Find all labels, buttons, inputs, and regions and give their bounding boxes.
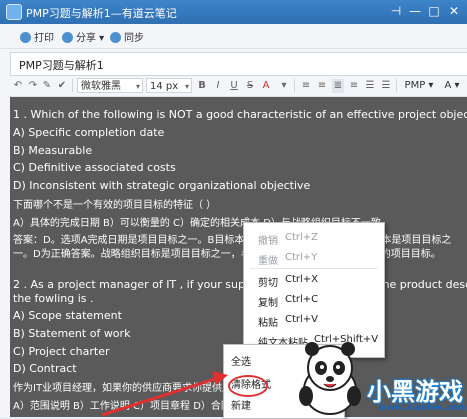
app-window: PMP习题与解析1—有道云笔记 ⊣ — □ ✕ 打印 分享 ▾ 同步 PMP习题… [0, 0, 467, 419]
print-button[interactable]: 打印 [20, 29, 54, 44]
menu-item-copy[interactable]: 复制 [258, 294, 278, 309]
align-right-icon[interactable]: ≡ [348, 79, 360, 93]
divider [72, 79, 73, 92]
numbered-list-icon[interactable]: ☰ [380, 79, 392, 93]
content-line: A) Specific completion date [13, 126, 165, 139]
menu-shortcut-paste: Ctrl+V [285, 314, 319, 325]
style-select[interactable]: PMP ▾ [402, 79, 436, 93]
pin-button[interactable]: ⊣ [388, 3, 404, 19]
style-value: PMP [404, 80, 426, 91]
share-icon [62, 32, 73, 43]
format-painter-icon[interactable]: ✎ [41, 79, 53, 93]
watermark-url: www.xiaohei.com [378, 403, 467, 413]
panda-mascot [299, 342, 361, 415]
menu-divider [250, 268, 378, 269]
content-line: A) Scope statement [13, 309, 122, 322]
menu-shortcut-redo: Ctrl+Y [285, 252, 318, 263]
title-bar[interactable]: PMP习题与解析1—有道云笔记 ⊣ — □ ✕ [0, 0, 467, 24]
content-line: B) Statement of work [13, 327, 131, 340]
watermark-text: 小黑游戏 [367, 378, 463, 406]
note-toolbar: 打印 分享 ▾ 同步 [0, 24, 467, 49]
share-label: 分享 [76, 33, 96, 44]
format-toolbar: ↶ ↷ ✎ ✔ 微软雅黑 ▾ 14 px ▾ B I U S A ▾ ≡ ≡ ≣ ≡… [10, 76, 467, 97]
divider [294, 79, 295, 92]
bullet-list-icon[interactable]: ☰ [364, 79, 376, 93]
sync-label: 同步 [124, 33, 144, 44]
menu-shortcut-undo: Ctrl+Z [285, 232, 319, 243]
sync-icon [110, 32, 121, 43]
menu-item-select-all[interactable]: 全选 [231, 353, 251, 368]
sync-button[interactable]: 同步 [110, 29, 144, 44]
pointer-arrow [101, 371, 228, 417]
share-button[interactable]: 分享 ▾ [62, 29, 104, 44]
menu-item-undo[interactable]: 撤销 [258, 232, 278, 247]
menu-item-redo[interactable]: 重做 [258, 252, 278, 267]
content-line: D) Contract [13, 362, 77, 375]
minimize-button[interactable]: — [407, 3, 423, 19]
watermark: 小黑游戏 www.xiaohei.com [290, 338, 467, 417]
content-line: B) Measurable [13, 144, 93, 157]
align-center-icon[interactable]: ≡ [316, 79, 328, 93]
menu-shortcut-cut: Ctrl+X [285, 274, 319, 285]
undo-icon[interactable]: ↶ [12, 79, 24, 93]
content-line: 答案：D。选项A完成日期是项目目标之一。B目标本身可以衡量的。C确定的相关成本是… [13, 235, 452, 246]
content-line: the fowling is . [13, 292, 94, 305]
content-line: 2 . As a project manager of IT , if your… [13, 278, 467, 291]
menu-item-paste[interactable]: 粘贴 [258, 314, 278, 329]
chevron-down-icon: ▾ [135, 82, 140, 91]
align-left-icon[interactable]: ≡ [300, 79, 312, 93]
menu-item-cut[interactable]: 剪切 [258, 274, 278, 289]
chevron-down-icon: ▾ [184, 82, 189, 91]
content-line: C) Project charter [13, 345, 110, 358]
menu-item-new[interactable]: 新建 [231, 397, 251, 412]
font-size-select[interactable]: 14 px ▾ [146, 78, 192, 93]
clear-format-icon[interactable]: ✔ [56, 79, 68, 93]
divider [396, 79, 397, 92]
print-icon [20, 32, 31, 43]
underline-button[interactable]: U [228, 79, 240, 93]
font-family-value: 微软雅黑 [81, 81, 121, 92]
maximize-button[interactable]: □ [426, 3, 442, 19]
font-family-select[interactable]: 微软雅黑 ▾ [77, 78, 143, 93]
youdao-note-icon [6, 4, 22, 20]
font-size-tool[interactable]: A ▾ [442, 79, 462, 93]
font-color-button[interactable]: A [260, 79, 272, 93]
note-title-field[interactable]: PMP习题与解析1 [10, 52, 467, 76]
content-line: D) Inconsistent with strategic organizat… [13, 179, 311, 192]
align-justify-icon[interactable]: ≣ [332, 79, 344, 93]
content-line: 下面哪个不是一个有效的项目目标的特征（ ） [13, 200, 217, 211]
italic-button[interactable]: I [212, 79, 224, 93]
bold-button[interactable]: B [196, 79, 208, 93]
highlight-circle [228, 375, 268, 397]
print-label: 打印 [34, 33, 54, 44]
content-line: C) Definitive associated costs [13, 161, 176, 174]
close-button[interactable]: ✕ [446, 3, 462, 19]
window-title: PMP习题与解析1—有道云笔记 [26, 7, 177, 20]
highlight-color-icon[interactable]: ▾ [278, 79, 290, 93]
strikethrough-button[interactable]: S [244, 79, 256, 93]
note-title: PMP习题与解析1 [19, 59, 104, 72]
menu-shortcut-copy: Ctrl+C [285, 294, 319, 305]
font-size-value: 14 px [150, 81, 179, 92]
font-tool-label: A [444, 80, 452, 91]
redo-icon[interactable]: ↷ [27, 79, 39, 93]
content-line: 1 . Which of the following is NOT a good… [13, 108, 467, 121]
